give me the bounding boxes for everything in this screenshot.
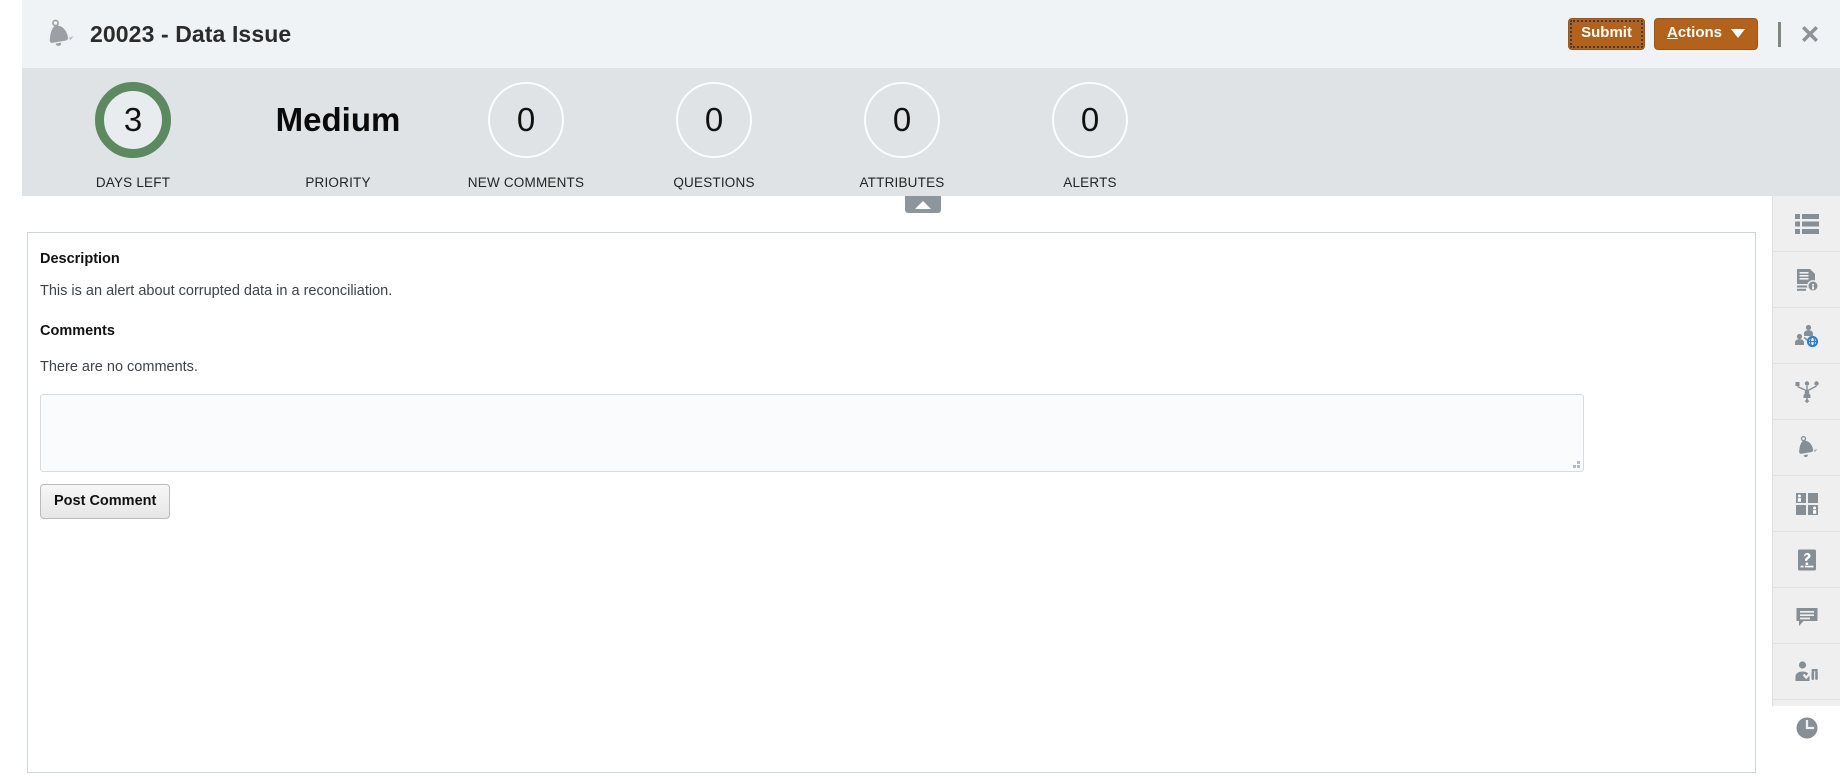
rail-item-alerts[interactable]: [1773, 420, 1840, 476]
kpi-alerts[interactable]: 0 ALERTS: [996, 82, 1184, 190]
rail-item-comments[interactable]: [1773, 588, 1840, 644]
kpi-days-left-ring: 3: [95, 82, 171, 158]
alert-detail-window: 20023 - Data Issue Submit Actions 3 DAYS…: [0, 0, 1840, 777]
document-info-icon: [1794, 267, 1820, 293]
kpi-questions[interactable]: 0 QUESTIONS: [620, 82, 808, 190]
resize-grip-icon[interactable]: [1571, 459, 1580, 468]
actions-menu-button[interactable]: Actions: [1654, 18, 1758, 50]
detail-content-panel: Description This is an alert about corru…: [27, 232, 1756, 773]
kpi-new-comments-label: NEW COMMENTS: [468, 175, 584, 190]
kpi-attributes-label: ATTRIBUTES: [859, 175, 944, 190]
kpi-attributes[interactable]: 0 ATTRIBUTES: [808, 82, 996, 190]
kpi-priority-label: PRIORITY: [305, 175, 370, 190]
kpi-days-left[interactable]: 3 DAYS LEFT: [22, 82, 244, 190]
kpi-attributes-ring: 0: [864, 82, 940, 158]
rail-item-questions[interactable]: [1773, 532, 1840, 588]
rail-item-person-binoculars[interactable]: [1773, 644, 1840, 700]
kpi-priority-value: Medium: [276, 82, 401, 158]
chevron-down-icon: [1731, 29, 1745, 38]
rail-item-history[interactable]: [1773, 700, 1840, 756]
rail-item-quadrant-grid[interactable]: [1773, 476, 1840, 532]
window-header: 20023 - Data Issue Submit Actions: [22, 0, 1840, 68]
bell-icon: [43, 17, 77, 51]
kpi-summary-bar: 3 DAYS LEFT Medium PRIORITY 0 NEW COMMEN…: [22, 68, 1840, 196]
quadrant-grid-icon: [1794, 491, 1820, 517]
actions-label: Actions: [1667, 25, 1722, 42]
kpi-alerts-label: ALERTS: [1063, 175, 1116, 190]
chevron-up-icon: [915, 201, 931, 209]
detail-content-inner: Description This is an alert about corru…: [28, 233, 1755, 519]
person-binoculars-icon: [1794, 659, 1820, 685]
kpi-alerts-ring: 0: [1052, 82, 1128, 158]
comment-icon: [1794, 603, 1820, 629]
header-divider: [1778, 22, 1781, 47]
page-title: 20023 - Data Issue: [90, 21, 291, 48]
rail-item-people-globe[interactable]: [1773, 308, 1840, 364]
rail-item-list-view[interactable]: [1773, 196, 1840, 252]
collapse-summary-toggle[interactable]: [905, 196, 941, 213]
kpi-priority[interactable]: Medium PRIORITY: [244, 82, 432, 190]
bell-icon: [1794, 435, 1820, 461]
people-globe-icon: [1794, 323, 1820, 349]
header-actions-group: Submit Actions: [1568, 18, 1840, 50]
question-box-icon: [1794, 547, 1820, 573]
no-comments-text: There are no comments.: [40, 359, 1755, 375]
actions-accesskey: A: [1667, 24, 1678, 41]
comments-heading: Comments: [40, 323, 1755, 339]
actions-label-rest: ctions: [1678, 24, 1722, 41]
kpi-new-comments[interactable]: 0 NEW COMMENTS: [432, 82, 620, 190]
close-icon[interactable]: [1797, 21, 1823, 47]
description-heading: Description: [40, 251, 1755, 267]
hierarchy-icon: [1794, 379, 1820, 405]
description-text: This is an alert about corrupted data in…: [40, 283, 1755, 299]
kpi-questions-label: QUESTIONS: [673, 175, 754, 190]
comment-input[interactable]: [41, 395, 1583, 471]
rail-item-hierarchy[interactable]: [1773, 364, 1840, 420]
list-view-icon: [1794, 211, 1820, 237]
rail-item-document-info[interactable]: [1773, 252, 1840, 308]
clock-icon: [1794, 715, 1820, 741]
kpi-row: 3 DAYS LEFT Medium PRIORITY 0 NEW COMMEN…: [22, 68, 1840, 196]
kpi-new-comments-ring: 0: [488, 82, 564, 158]
right-icon-rail: [1772, 196, 1840, 706]
header-left-group: 20023 - Data Issue: [22, 17, 1568, 51]
kpi-days-left-label: DAYS LEFT: [96, 175, 170, 190]
post-comment-button[interactable]: Post Comment: [40, 484, 170, 519]
comment-input-wrapper[interactable]: [40, 394, 1584, 472]
kpi-questions-ring: 0: [676, 82, 752, 158]
submit-button[interactable]: Submit: [1568, 18, 1645, 50]
